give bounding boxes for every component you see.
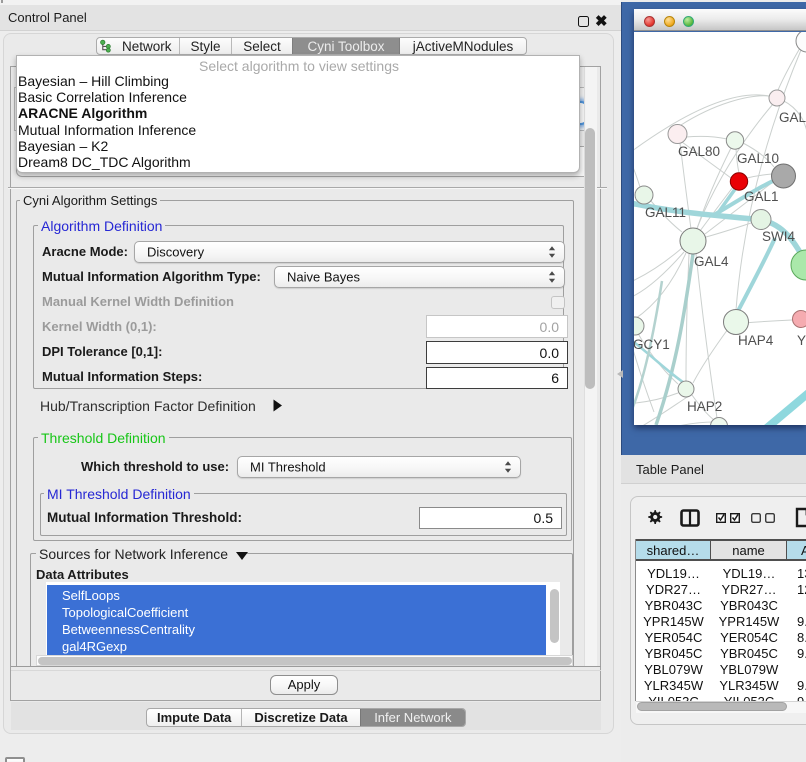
svg-text:HAP2: HAP2: [687, 399, 722, 414]
svg-text:SWI4: SWI4: [762, 229, 795, 244]
svg-text:GAL11: GAL11: [645, 205, 686, 220]
svg-text:HAP4: HAP4: [738, 333, 774, 348]
svg-text:GAL4: GAL4: [694, 254, 729, 269]
svg-text:GCY1: GCY1: [634, 337, 670, 352]
svg-text:GAL8: GAL8: [779, 110, 806, 125]
svg-text:GAL80: GAL80: [678, 144, 720, 159]
svg-text:GAL1: GAL1: [744, 189, 779, 204]
svg-text:Y: Y: [797, 333, 806, 348]
svg-text:GAL10: GAL10: [737, 151, 779, 166]
